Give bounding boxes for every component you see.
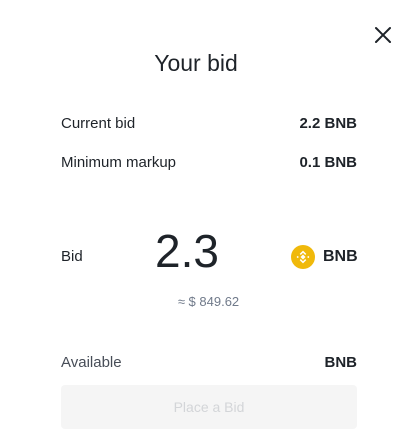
minimum-markup-label: Minimum markup bbox=[61, 153, 177, 171]
current-bid-row: Current bid 2.2 BNB bbox=[61, 112, 357, 134]
current-bid-value: 2.2 BNB bbox=[299, 114, 357, 132]
available-value: BNB bbox=[324, 353, 358, 371]
close-button[interactable] bbox=[372, 24, 394, 46]
close-icon bbox=[375, 27, 391, 43]
bid-currency: BNB bbox=[291, 244, 358, 270]
bid-modal: Your bid Current bid 2.2 BNB Minimum mar… bbox=[0, 0, 417, 442]
modal-title: Your bid bbox=[154, 50, 238, 76]
available-row: Available BNB bbox=[61, 351, 357, 373]
place-bid-button[interactable]: Place a Bid bbox=[61, 385, 357, 429]
minimum-markup-value: 0.1 BNB bbox=[299, 153, 357, 171]
bnb-icon bbox=[291, 245, 315, 269]
minimum-markup-row: Minimum markup 0.1 BNB bbox=[61, 151, 357, 173]
bid-currency-label: BNB bbox=[323, 248, 358, 265]
available-label: Available bbox=[61, 353, 122, 371]
current-bid-label: Current bid bbox=[61, 114, 136, 132]
bid-amount-input[interactable]: 2.3 bbox=[132, 224, 242, 278]
bid-label: Bid bbox=[61, 248, 83, 265]
usd-estimate: ≈ $ 849.62 bbox=[177, 294, 240, 309]
